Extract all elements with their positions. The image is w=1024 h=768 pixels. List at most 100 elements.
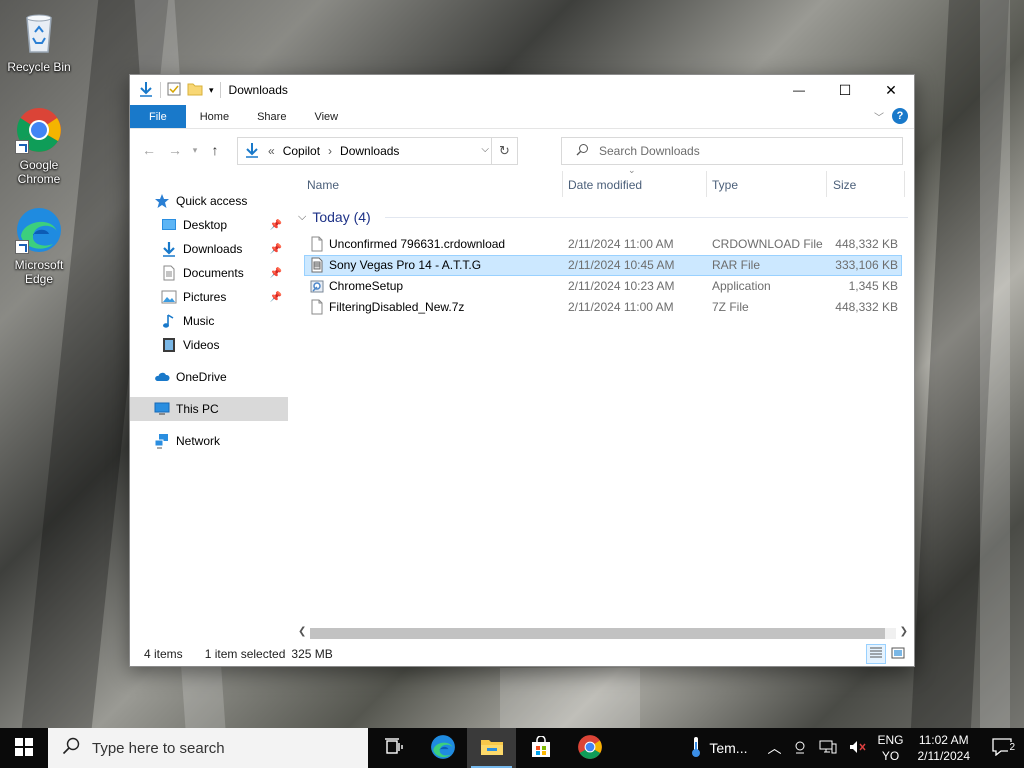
tray-meet-now[interactable] [787,740,813,757]
maximize-button[interactable]: ☐ [822,75,868,105]
nav-item-videos[interactable]: Videos [130,333,288,357]
title-bar[interactable]: ▾ Downloads — ☐ ✕ [130,75,914,105]
nav-item-pictures[interactable]: Pictures 📌 [130,285,288,309]
desktop-icon-label: Microsoft Edge [14,258,64,286]
search-input[interactable]: Search Downloads [561,137,903,165]
taskbar-app-chrome[interactable] [565,728,614,768]
column-header-size[interactable]: Size [820,178,856,192]
status-selection: 1 item selected [204,647,286,661]
nav-item-downloads[interactable]: Downloads 📌 [130,237,288,261]
generic-file-icon [309,236,325,252]
breadcrumb-separator[interactable]: › [328,144,332,158]
nav-label: Pictures [183,290,227,304]
scroll-left-icon[interactable]: ❮ [298,626,306,637]
status-size: 325 MB [291,647,333,661]
nav-item-documents[interactable]: Documents 📌 [130,261,288,285]
up-button[interactable]: ↑ [202,142,228,158]
close-button[interactable]: ✕ [868,75,914,105]
tray-network[interactable] [813,740,843,757]
pin-icon[interactable]: 📌 [270,244,282,255]
clock[interactable]: 11:02 AM 2/11/2024 [908,732,981,764]
nav-item-music[interactable]: Music [130,309,288,333]
minimize-icon: — [793,83,805,97]
nav-label: This PC [176,402,219,416]
breadcrumb-downloads[interactable]: Downloads [340,144,399,158]
task-view-button[interactable] [369,728,418,768]
taskbar-app-edge[interactable] [418,728,467,768]
new-folder-icon[interactable] [187,82,203,99]
search-placeholder: Search Downloads [599,144,700,158]
desktop-folder-icon [161,217,177,233]
taskbar-app-microsoft-store[interactable] [516,728,565,768]
breadcrumb-overflow[interactable]: « [268,144,275,158]
back-button[interactable]: ← [136,142,162,158]
archive-file-icon [309,257,325,273]
properties-icon[interactable] [167,82,181,99]
desktop-icon-microsoft-edge[interactable]: Microsoft Edge [1,206,77,286]
scrollbar-thumb[interactable] [310,628,885,639]
nav-this-pc[interactable]: This PC [130,397,288,421]
breadcrumb-copilot[interactable]: Copilot [283,144,320,158]
group-header-today[interactable]: ⌵ Today (4) [298,207,908,227]
pin-icon[interactable]: 📌 [270,292,282,303]
expand-ribbon-chevron-icon[interactable]: ﹀ [874,109,884,124]
file-row-selected[interactable]: Sony Vegas Pro 14 - A.T.T.G 2/11/2024 10… [304,255,902,276]
pin-icon[interactable]: 📌 [270,220,282,231]
file-type: Application [712,279,771,293]
group-label: Today (4) [312,209,371,225]
taskbar-search-input[interactable]: Type here to search [48,728,368,768]
refresh-button[interactable]: ↻ [491,138,517,164]
show-hidden-icons-button[interactable]: ︿ [761,738,787,758]
webcam-icon [793,740,807,757]
nav-label: Music [183,314,215,328]
address-history-chevron-icon[interactable]: ⌵ [481,144,489,155]
minimize-button[interactable]: — [776,75,822,105]
weather-label: Tem... [709,740,748,756]
tab-view[interactable]: View [300,105,352,128]
wallpaper-highlight [980,0,1010,728]
weather-widget[interactable]: Tem... [685,736,753,761]
tab-home[interactable]: Home [186,105,243,128]
folder-icon [480,737,504,760]
recent-locations-button[interactable]: ▾ [188,145,202,156]
start-button[interactable] [0,728,48,768]
column-header-date-modified[interactable]: Date modified [555,178,642,192]
desktop-icon-recycle-bin[interactable]: Recycle Bin [1,8,77,74]
desktop-icon-google-chrome[interactable]: Google Chrome [1,106,77,186]
large-icons-view-button[interactable] [888,644,908,664]
column-header-type[interactable]: Type [699,178,738,192]
tab-file[interactable]: File [130,105,186,128]
scroll-right-icon[interactable]: ❯ [900,626,908,637]
download-arrow-icon [138,81,154,100]
tab-share[interactable]: Share [243,105,300,128]
nav-label: Desktop [183,218,228,232]
address-bar[interactable]: « Copilot › Downloads ⌵ ↻ [237,137,518,165]
nav-item-desktop[interactable]: Desktop 📌 [130,213,288,237]
column-header-name[interactable]: Name [294,178,339,192]
nav-quick-access[interactable]: Quick access [130,189,288,213]
volume-muted-icon [849,740,867,757]
nav-onedrive[interactable]: OneDrive [130,365,288,389]
input-language[interactable]: ENG YO [873,732,907,764]
file-row[interactable]: Unconfirmed 796631.crdownload 2/11/2024 … [304,234,902,255]
file-row[interactable]: FilteringDisabled_New.7z 2/11/2024 11:00… [304,297,902,318]
star-icon [154,193,170,209]
file-type: RAR File [712,258,761,272]
horizontal-scrollbar[interactable]: ❮ ❯ [294,625,912,642]
nav-network[interactable]: Network [130,429,288,453]
help-icon[interactable]: ? [892,108,908,124]
language-code: ENG [877,733,904,747]
file-size: 448,332 KB [835,237,898,251]
cloud-icon [154,369,170,385]
customize-toolbar-chevron-icon[interactable]: ▾ [209,85,214,96]
tray-volume[interactable] [843,740,873,757]
forward-button[interactable]: → [162,142,188,158]
taskbar-app-file-explorer[interactable] [467,728,516,768]
action-center-button[interactable]: 2 [980,737,1024,759]
generic-file-icon [309,299,325,315]
details-view-button[interactable] [866,644,886,664]
pin-icon[interactable]: 📌 [270,268,282,279]
file-row[interactable]: ChromeSetup 2/11/2024 10:23 AM Applicati… [304,276,902,297]
collapse-chevron-icon: ⌵ [298,210,307,223]
clock-time: 11:02 AM [918,733,969,747]
